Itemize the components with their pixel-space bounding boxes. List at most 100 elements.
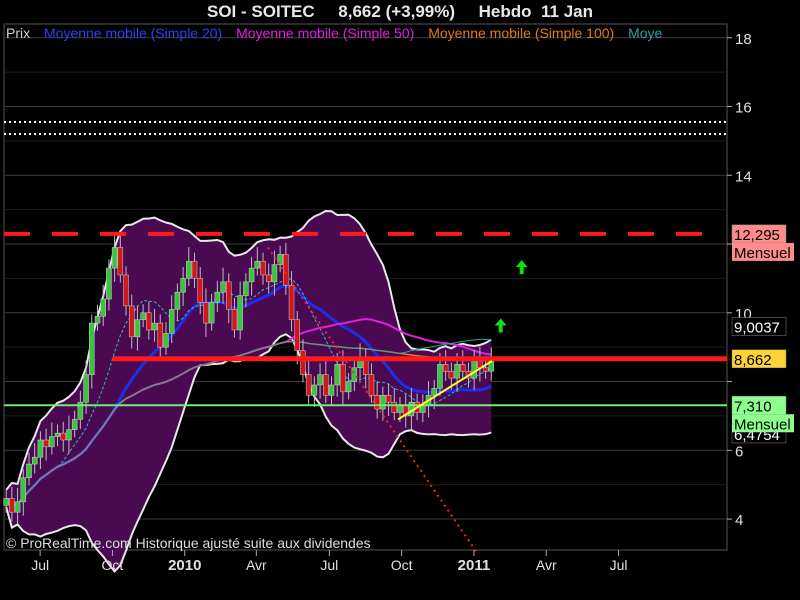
price-label-text: 12,295 (734, 227, 780, 244)
candle-body (31, 456, 38, 465)
candle-body (191, 260, 198, 279)
up-arrow-icon (494, 318, 507, 333)
y-tick-label: 18 (735, 31, 752, 48)
level-tag-text: Mensuel (734, 245, 791, 262)
candle-body (471, 360, 477, 379)
candle-body (9, 498, 15, 513)
candle-body (231, 309, 238, 331)
candle-body (317, 374, 323, 386)
candle-body (14, 501, 21, 513)
candle-body (83, 374, 89, 403)
x-tick-label: Jul (610, 557, 628, 573)
y-tick-label: 16 (735, 100, 752, 117)
candle-body (265, 274, 272, 283)
x-tick-label: Avr (246, 557, 267, 573)
candle-body (134, 319, 141, 338)
candle-body (180, 278, 186, 293)
y-tick-label: 4 (735, 512, 743, 529)
candle-body (49, 436, 55, 448)
candle-body (168, 309, 175, 334)
candle-body (340, 364, 346, 393)
x-tick-label: 2010 (168, 557, 201, 574)
candle-body (146, 312, 152, 331)
candle-body (140, 312, 146, 320)
price-chart[interactable]: 4610141618Jul Oct 2010 Avr Jul Oct 2011 Avr Jul9… (0, 0, 800, 600)
candle-body (117, 247, 124, 276)
candle-body (300, 350, 306, 375)
candle-body (448, 370, 455, 379)
candle-body (442, 364, 449, 372)
candle-body (66, 429, 72, 441)
legend-price: Prix (6, 25, 31, 41)
candle-body (3, 498, 9, 506)
candle-body (100, 298, 106, 317)
candle-body (54, 432, 61, 437)
candle-body (220, 281, 226, 293)
candle-body (260, 260, 266, 276)
candle-body (128, 305, 135, 338)
candle-body (197, 278, 203, 303)
candle-body (111, 247, 118, 269)
copyright-text: © ProRealTime.com Historique ajusté suit… (6, 535, 371, 551)
candle-body (397, 405, 403, 413)
candle-body (380, 395, 386, 410)
candle-body (328, 384, 335, 396)
candle-body (323, 374, 329, 396)
candle-body (294, 319, 300, 351)
candle-body (311, 384, 318, 396)
candle-body (43, 439, 49, 448)
candle-body (214, 291, 221, 303)
candle-body (454, 364, 460, 379)
legend-truncated: Moye (628, 25, 663, 41)
candle-body (186, 260, 192, 279)
price-label-text: 9,0037 (734, 320, 780, 337)
candle-body (460, 364, 466, 372)
x-tick-label: Oct (391, 557, 413, 573)
candle-body (345, 381, 352, 393)
candle-body (368, 374, 375, 396)
candle-body (151, 322, 158, 331)
candle-body (305, 374, 312, 396)
candle-body (431, 388, 437, 396)
candle-body (174, 291, 181, 310)
candle-body (334, 364, 340, 386)
candle-body (482, 367, 489, 372)
x-tick-label: Avr (536, 557, 557, 573)
candle-body (157, 322, 164, 348)
candle-body (60, 432, 66, 441)
candle-body (94, 315, 101, 324)
candle-body (271, 264, 278, 283)
candle-body (391, 401, 398, 413)
candle-body (243, 281, 249, 296)
candle-body (203, 302, 209, 324)
candle-body (71, 419, 78, 430)
price-label-text: 7,310 (734, 398, 772, 415)
price-label-text: 8,662 (734, 352, 772, 369)
candle-body (89, 322, 95, 375)
candle-body (351, 367, 358, 382)
candle-body (106, 267, 112, 300)
candle-body (248, 267, 255, 283)
candle-body (226, 281, 232, 310)
candle-body (123, 274, 129, 307)
x-tick-label: 2011 (458, 557, 491, 574)
legend-ma20: Moyenne mobile (Simple 20) (44, 25, 223, 41)
candle-body (26, 463, 32, 479)
chart-legend: Prix Moyenne mobile (Simple 20) Moyenne … (6, 24, 672, 42)
candle-body (420, 405, 426, 413)
candle-body (288, 285, 295, 320)
up-arrow-icon (515, 260, 528, 275)
candle-body (208, 302, 215, 324)
y-tick-label: 6 (735, 443, 743, 460)
legend-ma50: Moyenne mobile (Simple 50) (236, 25, 415, 41)
y-tick-label: 14 (735, 168, 752, 185)
candle-body (237, 295, 243, 331)
candle-body (37, 439, 44, 458)
candle-body (385, 395, 392, 403)
candle-body (163, 333, 169, 348)
legend-ma100: Moyenne mobile (Simple 100) (428, 25, 615, 41)
candle-body (283, 254, 289, 286)
candle-body (254, 260, 261, 269)
candle-body (437, 364, 443, 389)
x-tick-label: Jul (31, 557, 49, 573)
